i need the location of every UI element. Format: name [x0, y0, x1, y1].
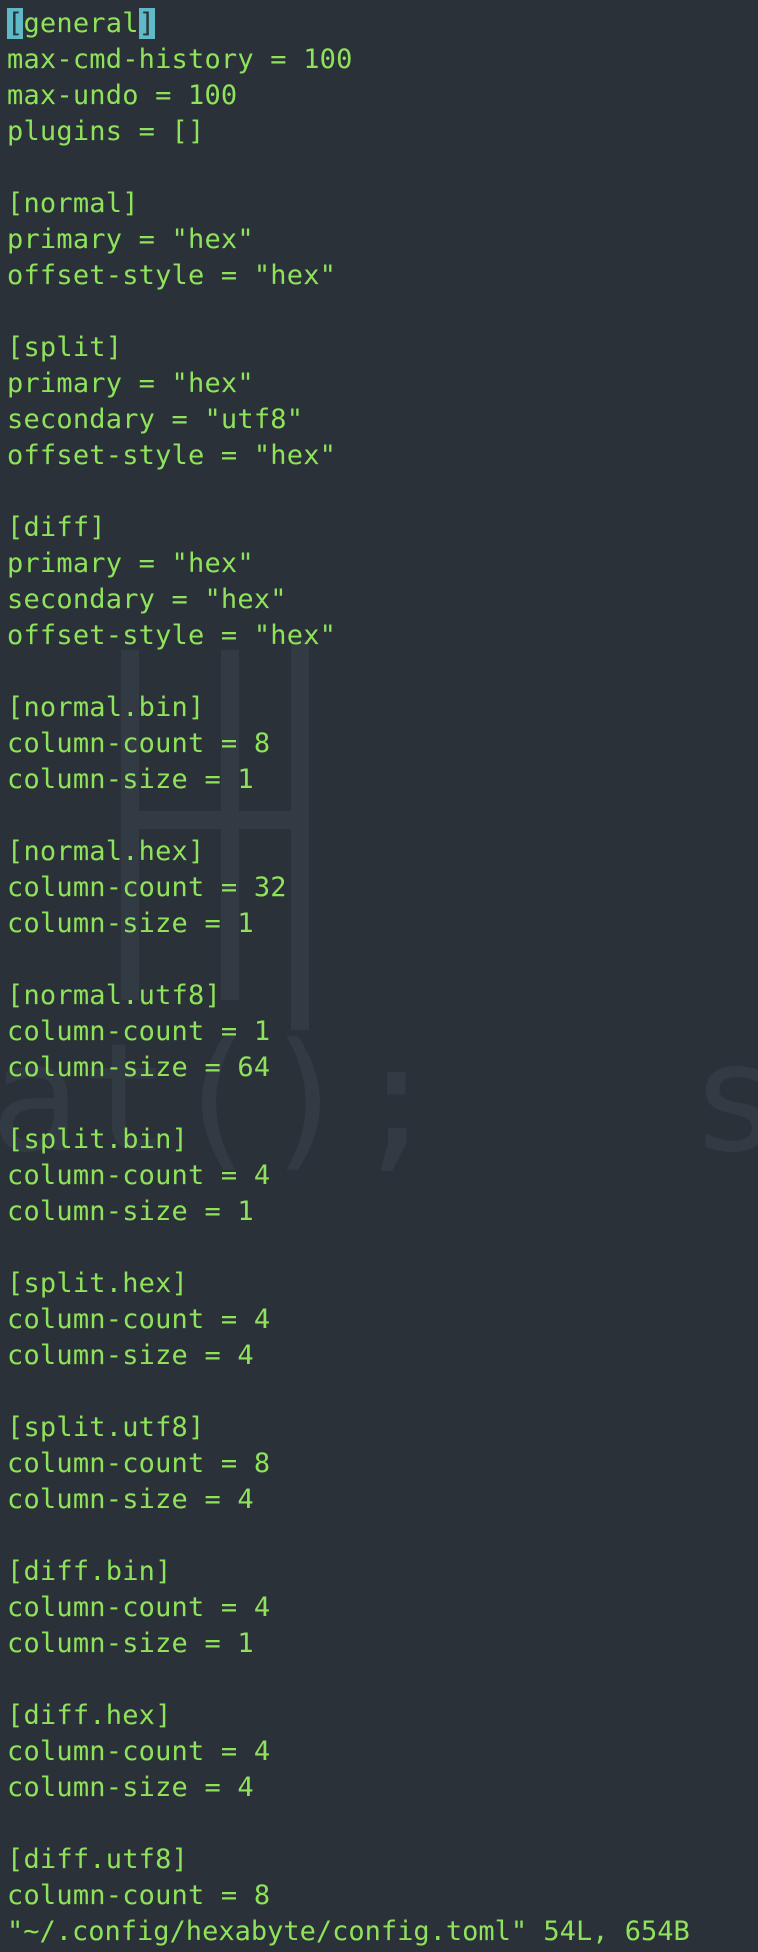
editor-line: column-size = 4 — [7, 1340, 254, 1371]
editor-line: offset-style = "hex" — [7, 440, 337, 471]
editor-line: column-count = 4 — [7, 1160, 271, 1191]
editor-line: column-count = 4 — [7, 1304, 271, 1335]
editor-line: [diff.utf8] — [7, 1844, 189, 1875]
editor-line: column-count = 4 — [7, 1592, 271, 1623]
editor-line: column-size = 1 — [7, 1196, 254, 1227]
editor-line: [diff.bin] — [7, 1556, 172, 1587]
status-line: "~/.config/hexabyte/config.toml" 54L, 65… — [7, 1916, 690, 1947]
editor-line: [split.bin] — [7, 1124, 189, 1155]
editor-line: [diff.hex] — [7, 1700, 172, 1731]
editor-line: column-count = 4 — [7, 1736, 271, 1767]
editor-line: column-size = 1 — [7, 1628, 254, 1659]
editor-line: [normal] — [7, 188, 139, 219]
bracket-match-highlight: ] — [138, 8, 156, 39]
editor-line: column-size = 1 — [7, 908, 254, 939]
editor-line: column-count = 8 — [7, 1880, 271, 1911]
editor-line: [split.hex] — [7, 1268, 189, 1299]
editor-line: column-size = 1 — [7, 764, 254, 795]
editor-line: [split.utf8] — [7, 1412, 205, 1443]
editor-line: column-count = 8 — [7, 1448, 271, 1479]
editor-line: secondary = "hex" — [7, 584, 287, 615]
editor-line: offset-style = "hex" — [7, 260, 337, 291]
text-cursor: [ — [7, 8, 24, 39]
editor-line-1: [general] — [7, 8, 156, 39]
editor-line: column-count = 1 — [7, 1016, 271, 1047]
editor-line: [normal.utf8] — [7, 980, 221, 1011]
editor-line: primary = "hex" — [7, 224, 254, 255]
editor-line: column-count = 32 — [7, 872, 287, 903]
editor-line: plugins = [] — [7, 116, 205, 147]
editor-line: column-count = 8 — [7, 728, 271, 759]
editor-line: max-undo = 100 — [7, 80, 238, 111]
editor-line: max-cmd-history = 100 — [7, 44, 353, 75]
editor-line: primary = "hex" — [7, 548, 254, 579]
editor-line: column-size = 64 — [7, 1052, 271, 1083]
editor-line: [diff] — [7, 512, 106, 543]
editor-line: secondary = "utf8" — [7, 404, 304, 435]
text-editor-buffer[interactable]: [general] max-cmd-history = 100 max-undo … — [7, 6, 755, 1914]
editor-line: [normal.bin] — [7, 692, 205, 723]
editor-line: [normal.hex] — [7, 836, 205, 867]
editor-line: column-size = 4 — [7, 1484, 254, 1515]
editor-line: primary = "hex" — [7, 368, 254, 399]
editor-line: column-size = 4 — [7, 1772, 254, 1803]
editor-line: offset-style = "hex" — [7, 620, 337, 651]
editor-line: [split] — [7, 332, 123, 363]
